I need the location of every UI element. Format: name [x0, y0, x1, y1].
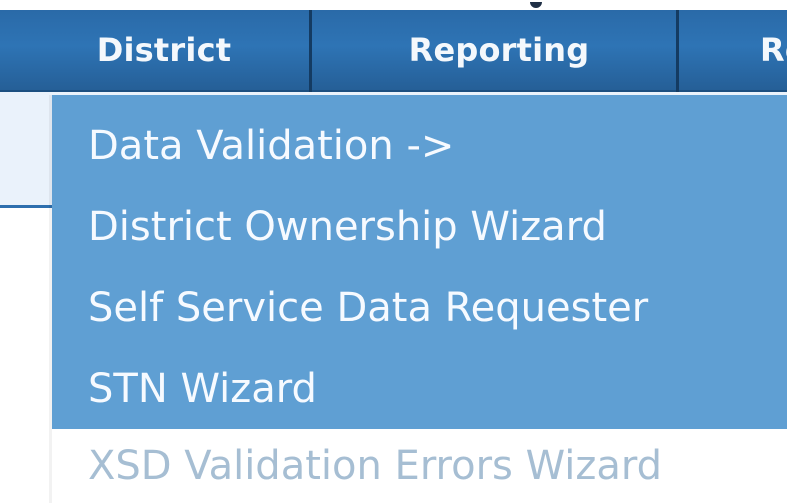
menu-item-data-validation[interactable]: Data Validation ->: [52, 105, 787, 187]
menu-item-self-service-data-requester[interactable]: Self Service Data Requester: [52, 267, 787, 349]
menu-item-stn-wizard[interactable]: STN Wizard: [52, 348, 787, 430]
nav-item-district[interactable]: District: [0, 10, 310, 90]
menu-item-district-ownership-wizard[interactable]: District Ownership Wizard: [52, 186, 787, 268]
menu-item-xsd-validation-errors-wizard[interactable]: XSD Validation Errors Wizard: [52, 429, 787, 503]
cut-off-title-glyph: [530, 0, 542, 8]
district-dropdown-menu: Data Validation -> District Ownership Wi…: [52, 95, 787, 503]
nav-item-reporting[interactable]: Reporting: [310, 10, 676, 90]
main-nav: District Reporting Re: [0, 10, 787, 92]
nav-separator: [676, 10, 679, 92]
nav-item-partial[interactable]: Re: [676, 10, 787, 90]
nav-separator: [309, 10, 312, 92]
panel-divider: [0, 205, 60, 208]
top-strip: [0, 0, 787, 10]
